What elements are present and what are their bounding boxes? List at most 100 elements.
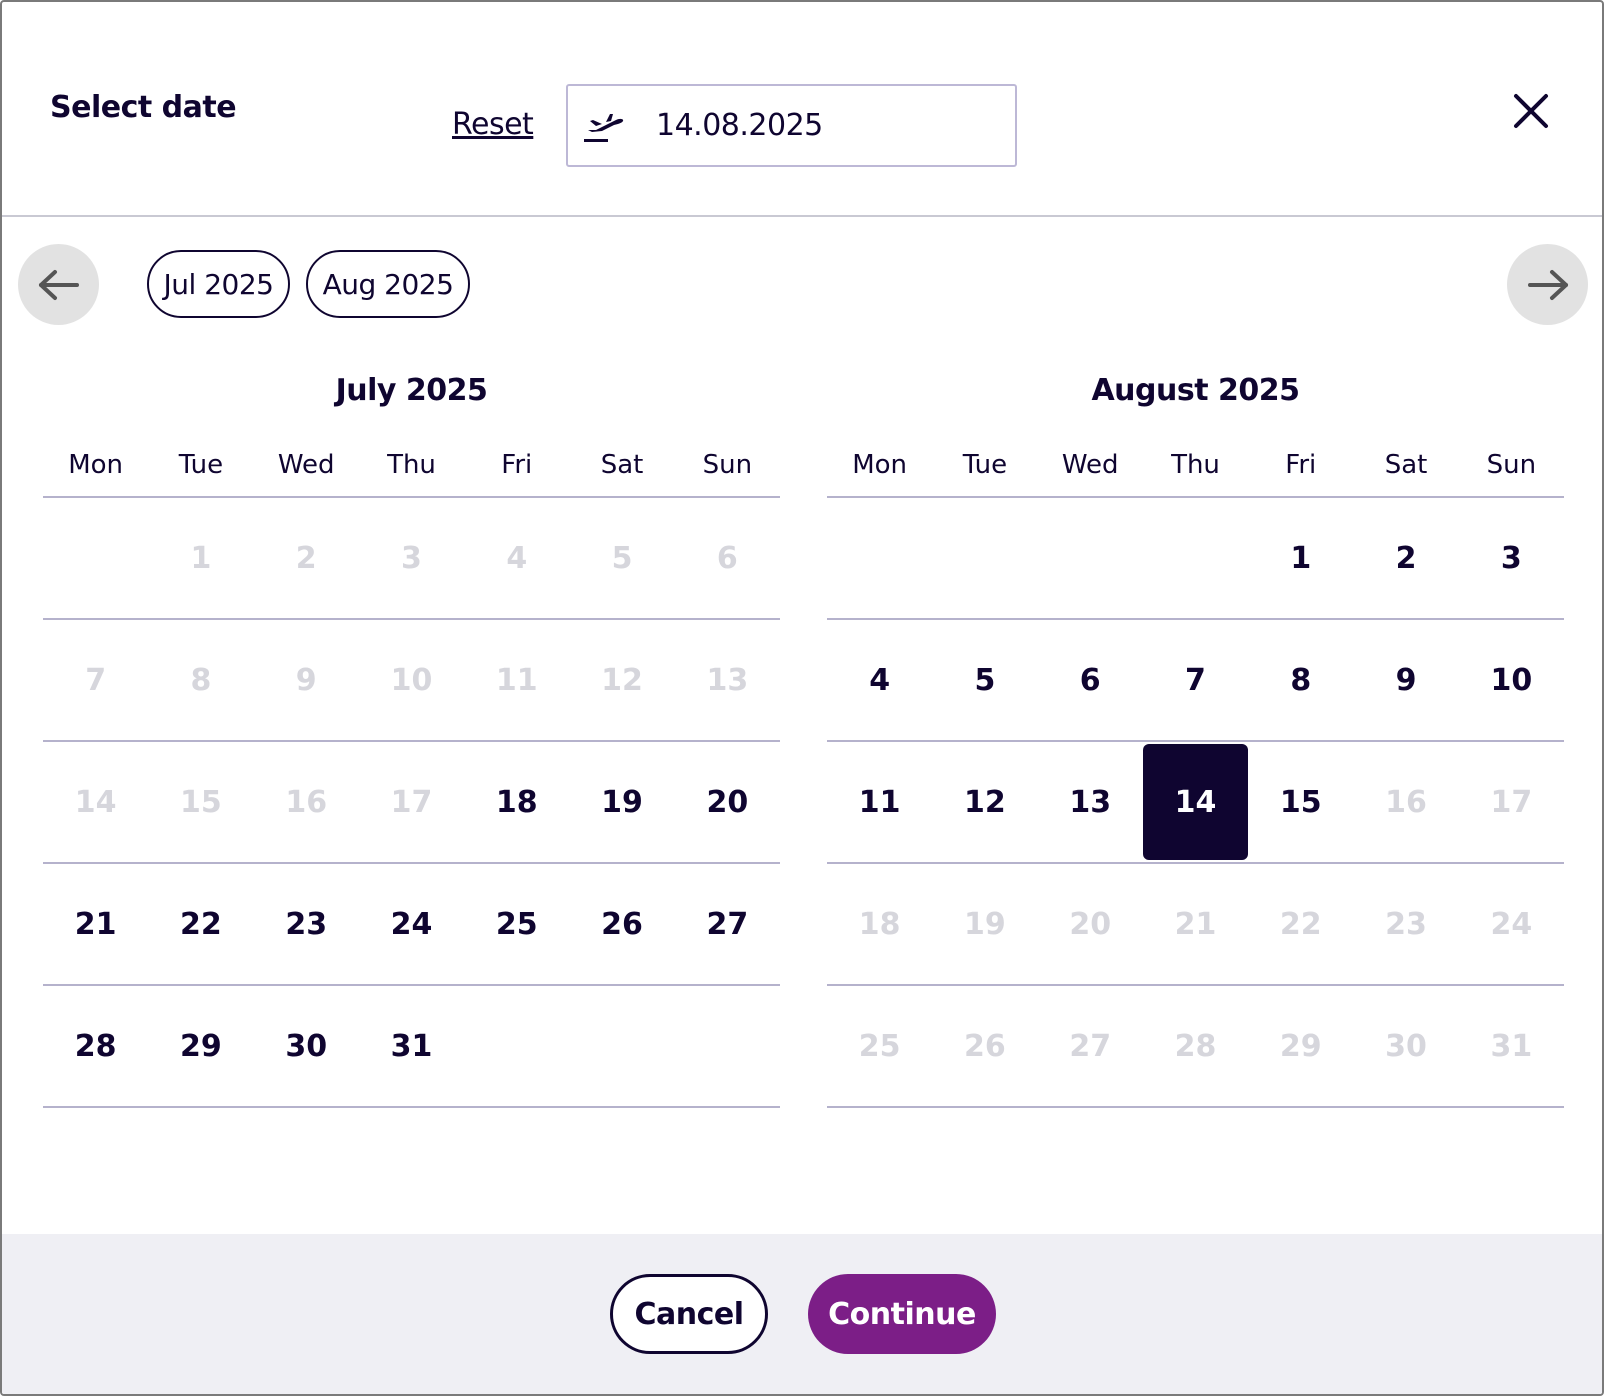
day-cell[interactable]: 6 [1038,620,1143,740]
day-empty [827,498,932,618]
day-disabled: 21 [1174,906,1217,942]
day-disabled: 23 [1385,906,1427,942]
day-cell[interactable]: 30 [254,986,359,1106]
day-empty [43,498,148,618]
day-cell[interactable]: 27 [675,864,780,984]
month-chip-aug[interactable]: Aug 2025 [306,250,470,318]
week-row: 11 12 13 14 15 16 17 [827,742,1564,864]
day-disabled: 22 [1279,906,1322,942]
day-disabled: 13 [706,662,749,698]
weekday-label: Tue [178,450,224,480]
day-disabled: 16 [285,784,328,820]
day-empty [932,498,1037,618]
day-cell[interactable]: 12 [932,742,1037,862]
day-disabled: 5 [611,540,633,576]
day-empty [675,986,780,1106]
day-disabled: 4 [506,540,528,576]
weekday-label: Thu [387,450,436,480]
month-calendar-july: July 2025 Mon Tue Wed Thu Fri Sat Sun 12345678… [43,362,780,1108]
day-disabled: 25 [858,1028,901,1064]
month-title: August 2025 [1091,373,1300,408]
day-disabled: 7 [85,662,107,698]
day-cell[interactable]: 13 [1038,742,1143,862]
day-cell[interactable]: 1 [1248,498,1353,618]
day-cell[interactable]: 26 [569,864,674,984]
week-row: 1 2 3 4 5 6 [43,498,780,620]
week-row: 18 19 20 21 22 23 24 [827,864,1564,986]
weekday-label: Fri [1285,450,1317,480]
day-disabled: 27 [1069,1028,1112,1064]
day-disabled: 15 [180,784,222,820]
day-disabled: 20 [1069,906,1112,942]
arrow-left-icon [38,269,79,300]
day-cell[interactable]: 10 [1459,620,1564,740]
day-disabled: 30 [1385,1028,1427,1064]
day-cell[interactable]: 24 [359,864,464,984]
day-disabled: 6 [716,540,738,576]
day-cell[interactable]: 31 [359,986,464,1106]
day-disabled: 11 [495,662,538,698]
day-cell[interactable]: 15 [1248,742,1353,862]
day-empty [464,986,569,1106]
day-cell[interactable]: 28 [43,986,148,1106]
day-cell[interactable]: 25 [464,864,569,984]
day-cell[interactable]: 18 [464,742,569,862]
weekday-label: Mon [68,450,124,480]
continue-button[interactable]: Continue [808,1274,996,1354]
day-disabled: 24 [1490,906,1533,942]
day-disabled: 26 [964,1028,1006,1064]
day-cell[interactable]: 9 [1353,620,1458,740]
day-cell[interactable]: 21 [43,864,148,984]
day-selected[interactable]: 14 [1142,744,1249,860]
day-cell[interactable]: 20 [675,742,780,862]
weekday-label: Wed [277,450,335,480]
next-month-button[interactable] [1507,244,1588,325]
date-input-value: 14.08.2025 [656,108,823,143]
weekday-label: Mon [852,450,908,480]
weekday-label: Tue [962,450,1008,480]
day-disabled: 18 [858,906,901,942]
day-grid: 1 2 3 4 5 6 7 8 9 10 11 12 13 14 15 16 17 18 19 20 21 22 23 24 2… [43,498,780,1108]
prev-month-button[interactable] [18,244,99,325]
weekday-label: Sun [1486,450,1537,480]
day-cell[interactable]: 4 [827,620,932,740]
day-disabled: 17 [390,784,433,820]
reset-link[interactable]: Reset [452,107,534,142]
modal-title: Select date [50,90,237,125]
day-disabled: 29 [1279,1028,1322,1064]
day-cell[interactable]: 2 [1353,498,1458,618]
day-cell[interactable]: 3 [1459,498,1564,618]
weekday-label: Thu [1171,450,1220,480]
day-empty [569,986,674,1106]
close-icon[interactable] [1508,88,1554,134]
day-cell[interactable]: 19 [569,742,674,862]
weekday-header: Mon Tue Wed Thu Fri Sat Sun [43,432,780,498]
week-row: 123 [827,498,1564,620]
plane-departure-icon [584,114,624,142]
month-calendar-august: August 2025 Mon Tue Wed Thu Fri Sat Sun 123456… [827,362,1564,1108]
day-cell[interactable]: 11 [827,742,932,862]
day-disabled: 14 [74,784,117,820]
day-disabled: 1 [190,540,212,576]
day-cell[interactable]: 5 [932,620,1037,740]
weekday-header: Mon Tue Wed Thu Fri Sat Sun [827,432,1564,498]
day-disabled: 16 [1385,784,1427,820]
day-disabled: 12 [601,662,643,698]
week-row: 14 15 16 17 18 19 20 [43,742,780,864]
day-cell[interactable]: 29 [148,986,253,1106]
day-grid: 1 2 3 4 5 6 7 8 9 10 11 12 13 14 15 16 17 18 19 20 21 22 23 24 2… [827,498,1564,1108]
day-cell[interactable]: 8 [1248,620,1353,740]
day-cell[interactable]: 23 [254,864,359,984]
day-cell[interactable]: 22 [148,864,253,984]
week-row: 7 8 9 10 11 12 13 [43,620,780,742]
weekday-label: Wed [1061,450,1119,480]
arrow-right-icon [1527,269,1568,300]
date-field[interactable]: 14.08.2025 [566,84,1017,167]
cancel-button[interactable]: Cancel [610,1274,768,1354]
day-cell[interactable]: 7 [1143,620,1248,740]
date-picker-modal: Select date Reset 14.08.2025 Jul 2025 Au… [0,0,1604,1396]
day-disabled: 9 [295,662,317,698]
month-chip-jul[interactable]: Jul 2025 [147,250,290,318]
day-disabled: 8 [190,662,212,698]
weekday-label: Sat [1384,450,1428,480]
